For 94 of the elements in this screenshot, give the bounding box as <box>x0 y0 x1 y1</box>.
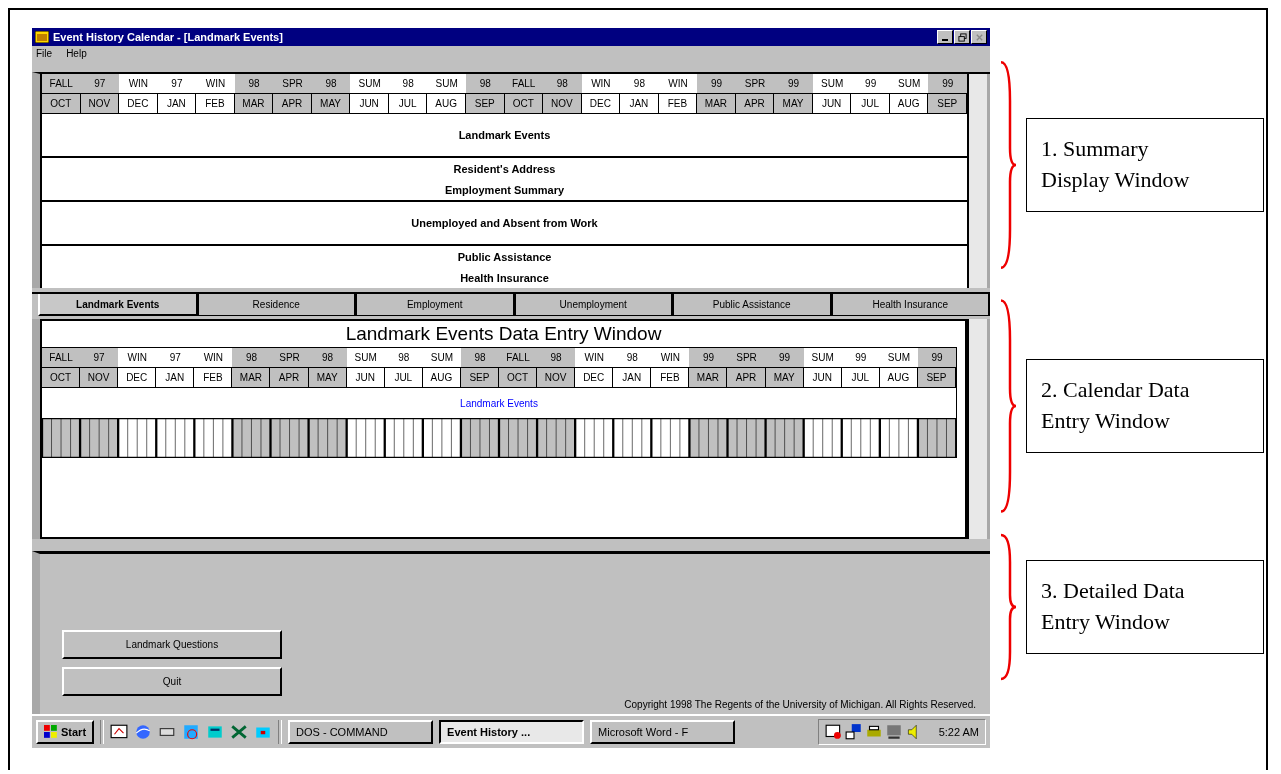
windows-logo-icon <box>44 725 58 739</box>
season-label: 97 <box>80 348 119 367</box>
season-label: 99 <box>765 348 804 367</box>
section-label: Landmark Events <box>458 129 551 141</box>
season-label: 99 <box>689 348 728 367</box>
month-cell: OCT <box>499 368 538 387</box>
month-cell: MAY <box>774 94 813 113</box>
season-label: 98 <box>234 74 274 93</box>
menu-item[interactable]: Help <box>66 47 87 59</box>
month-cell: APR <box>270 368 309 387</box>
month-cell: SEP <box>465 94 505 113</box>
section-label: Health Insurance <box>460 271 549 284</box>
display-icon[interactable] <box>884 723 903 741</box>
tab[interactable]: Public Assistance <box>673 294 832 316</box>
row-label: Landmark Events <box>460 397 538 409</box>
restore-icon <box>957 32 967 42</box>
task-button[interactable]: Microsoft Word - F <box>590 720 736 744</box>
section-label: Public Assistance <box>457 250 552 263</box>
month-cell: NOV <box>80 368 119 387</box>
tab[interactable]: Health Insurance <box>831 294 990 316</box>
clock: 5:22 AM <box>938 726 979 738</box>
tab[interactable]: Landmark Events <box>38 294 198 316</box>
season-label: 98 <box>232 348 271 367</box>
task-button[interactable]: Event History ... <box>439 720 585 744</box>
week-grid-drawing[interactable] <box>42 419 956 457</box>
season-label: 98 <box>543 74 582 93</box>
month-cell: APR <box>273 94 312 113</box>
month-cell: SEP <box>917 368 956 387</box>
scroll-bar[interactable] <box>967 319 990 539</box>
season-label: FALL <box>504 74 544 93</box>
minimize-button[interactable] <box>937 30 953 44</box>
month-cell: OCT <box>42 368 81 387</box>
season-label: 98 <box>311 74 351 93</box>
season-label: 99 <box>917 348 956 367</box>
season-label: 99 <box>697 74 736 93</box>
close-button[interactable] <box>971 30 987 44</box>
calendar-icon <box>35 31 49 43</box>
callout-text: 2. Calendar Data Entry Window <box>1041 376 1190 435</box>
brace-icon <box>998 296 1018 516</box>
month-cell: OCT <box>42 94 81 113</box>
season-label: SPR <box>273 74 312 93</box>
season-label: FALL <box>499 348 538 367</box>
action-button[interactable]: Landmark Questions <box>62 630 282 659</box>
restore-button[interactable] <box>954 30 970 44</box>
month-cell: NOV <box>537 368 576 387</box>
start-button[interactable]: Start <box>36 720 95 744</box>
section-label: Employment Summary <box>444 183 565 196</box>
season-label: 99 <box>774 74 813 93</box>
month-cell: OCT <box>504 94 544 113</box>
month-cell: SEP <box>928 94 967 113</box>
task-button[interactable]: DOS - COMMAND <box>288 720 434 744</box>
callout-text: 3. Detailed Data Entry Window <box>1041 577 1185 636</box>
month-cell: MAY <box>765 368 804 387</box>
action-button[interactable]: Quit <box>62 667 282 696</box>
season-label: SPR <box>735 74 775 93</box>
browser-icon[interactable] <box>134 723 153 741</box>
month-cell: MAR <box>697 94 736 113</box>
brace-icon <box>998 532 1018 682</box>
tab[interactable]: Residence <box>197 294 356 316</box>
entry-title: Landmark Events Data Entry Window <box>344 322 663 346</box>
window-title: Event History Calendar - [Landmark Events] <box>53 31 284 43</box>
copyright-text: Copyright 1998 The Regents of the University of Michigan. All Rights Reserved. <box>624 699 976 710</box>
section-label: Unemployed and Absent from Work <box>411 217 598 229</box>
menu-item[interactable]: File <box>36 47 53 59</box>
season-label: FALL <box>42 348 81 367</box>
scroll-bar[interactable] <box>967 74 990 288</box>
callout-text: 1. Summary Display Window <box>1041 135 1190 194</box>
close-icon <box>974 32 984 42</box>
month-cell: MAR <box>689 368 728 387</box>
section-label: Resident's Address <box>453 162 556 175</box>
season-label: 97 <box>80 74 120 93</box>
season-label: 98 <box>465 74 505 93</box>
monitor-icon[interactable] <box>824 723 843 741</box>
month-cell: MAY <box>308 368 347 387</box>
season-label: FALL <box>42 74 81 93</box>
minimize-icon <box>942 38 948 41</box>
season-label: SPR <box>270 348 309 367</box>
tab[interactable]: Employment <box>356 294 515 316</box>
tab[interactable]: Unemployment <box>514 294 673 316</box>
month-cell: SEP <box>460 368 499 387</box>
season-label: 99 <box>928 74 967 93</box>
season-label: SPR <box>727 348 766 367</box>
season-label: 98 <box>460 348 499 367</box>
month-cell: APR <box>735 94 775 113</box>
month-cell: NOV <box>80 94 120 113</box>
brace-icon <box>998 58 1018 272</box>
month-cell: APR <box>727 368 766 387</box>
month-cell: MAY <box>311 94 351 113</box>
desktop-icon[interactable] <box>110 723 129 741</box>
month-cell: NOV <box>543 94 582 113</box>
month-cell: MAR <box>232 368 271 387</box>
month-cell: MAR <box>234 94 274 113</box>
season-label: 98 <box>537 348 576 367</box>
season-label: 98 <box>308 348 347 367</box>
